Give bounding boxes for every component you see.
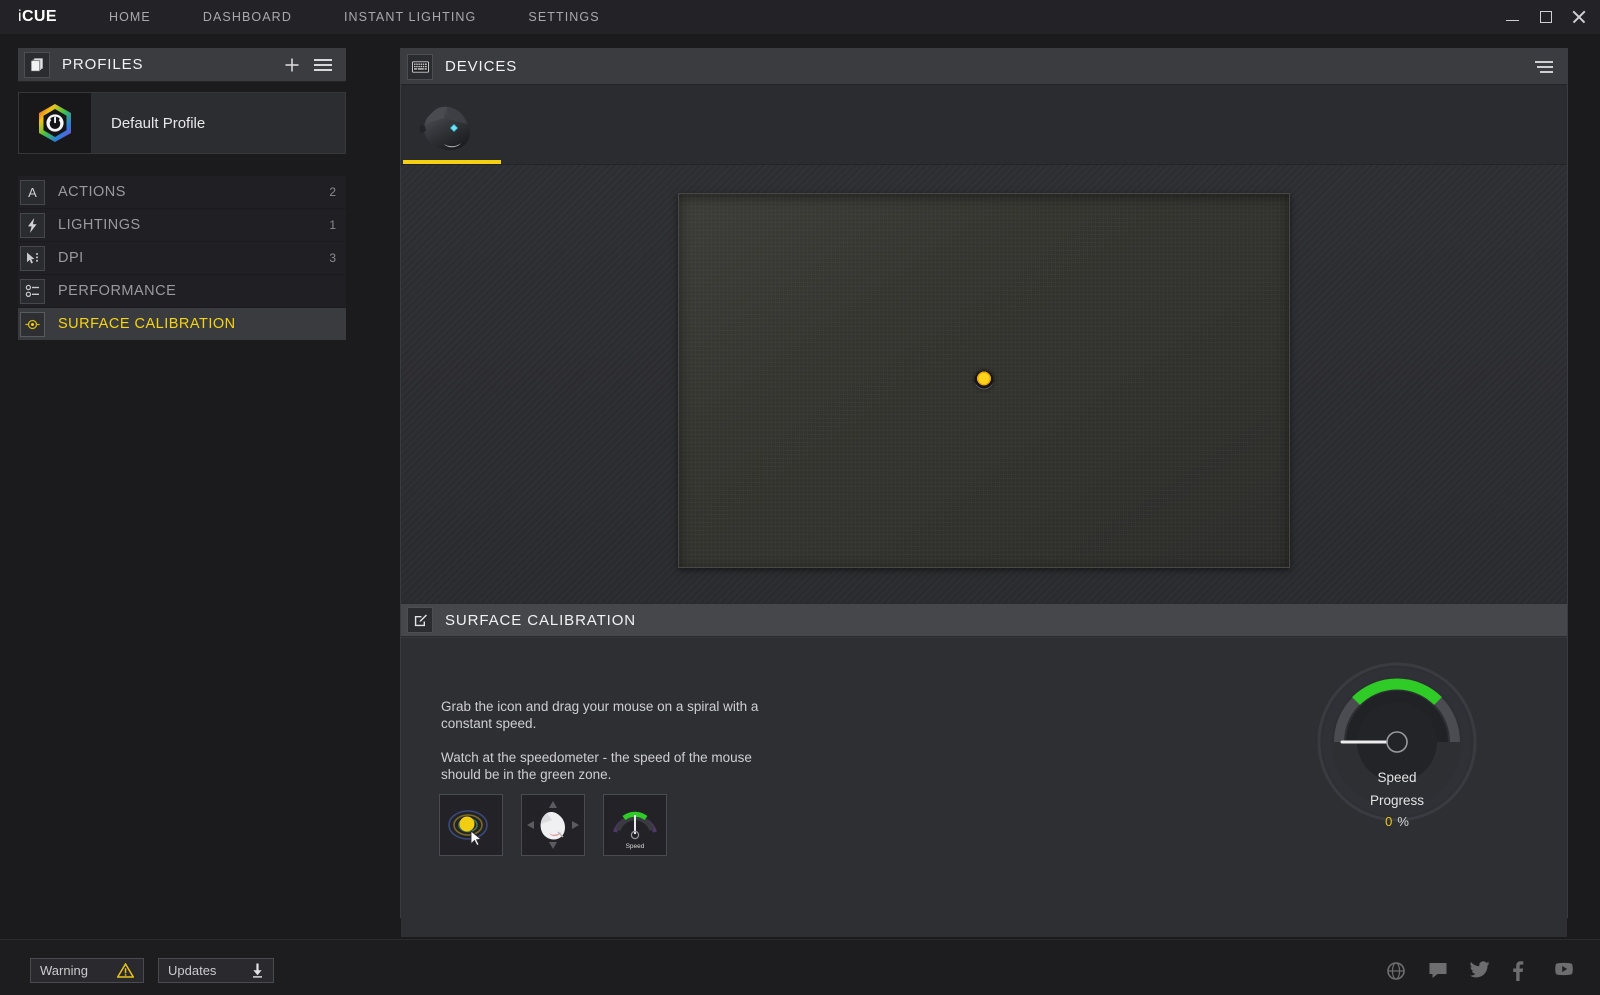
gauge-progress-value-row: 0% [1317, 814, 1477, 829]
profile-item-default[interactable]: Default Profile [18, 92, 346, 154]
nav-instant-lighting[interactable]: INSTANT LIGHTING [344, 0, 476, 34]
warning-button[interactable]: Warning [30, 958, 144, 983]
updates-button[interactable]: Updates [158, 958, 274, 983]
gauge-labels: Speed Progress 0% [1317, 770, 1477, 829]
nav-dashboard[interactable]: DASHBOARD [203, 0, 292, 34]
corsair-rainbow-hex-icon [39, 104, 71, 142]
forum-chat-icon[interactable] [1428, 961, 1448, 981]
gauge-progress-value: 0 [1385, 814, 1393, 829]
devices-panel-header: DEVICES [401, 49, 1567, 85]
draggable-yellow-dot[interactable] [974, 370, 994, 390]
updates-label: Updates [168, 963, 217, 978]
thumb-speedometer: Speed [603, 794, 667, 856]
sidebar-item-label: DPI [58, 250, 84, 266]
thumb-drag-dot [439, 794, 503, 856]
sliders-icon [20, 278, 45, 304]
sidebar-item-label: ACTIONS [58, 184, 126, 200]
lightning-bolt-icon [20, 212, 45, 238]
sidebar-item-count: 1 [329, 218, 336, 232]
gauge-progress-label: Progress [1369, 793, 1425, 808]
profiles-stack-icon [24, 51, 50, 78]
nav-home[interactable]: HOME [109, 0, 151, 34]
calibration-surface-area[interactable] [678, 192, 1290, 568]
icue-logo: iCUE [18, 8, 57, 26]
gauge-progress-unit: % [1397, 814, 1409, 829]
sidebar-item-actions[interactable]: A ACTIONS 2 [18, 176, 346, 209]
profile-categories: A ACTIONS 2 LIGHTINGS 1 DPI 3 PERFORMANC… [18, 176, 346, 341]
cursor-dpi-icon [20, 245, 45, 271]
crosshair-target-icon [20, 311, 45, 337]
device-tab-mouse[interactable] [403, 88, 501, 164]
sidebar-item-dpi[interactable]: DPI 3 [18, 242, 346, 275]
sidebar-item-count: 2 [329, 185, 336, 199]
sidebar-item-performance[interactable]: PERFORMANCE [18, 275, 346, 308]
maximize-icon[interactable] [1540, 11, 1552, 23]
calibration-instructions: Grab the icon and drag your mouse on a s… [441, 698, 771, 800]
corsair-link-icon[interactable] [1386, 961, 1406, 981]
keyboard-icon [407, 53, 433, 80]
sidebar-item-count: 3 [329, 251, 336, 265]
profiles-panel-header: PROFILES [18, 48, 346, 82]
instruction-line-1: Grab the icon and drag your mouse on a s… [441, 699, 759, 731]
nav-settings[interactable]: SETTINGS [528, 0, 599, 34]
plus-icon[interactable] [284, 57, 300, 73]
warning-triangle-icon [117, 963, 134, 978]
sidebar-item-lightings[interactable]: LIGHTINGS 1 [18, 209, 346, 242]
gauge-speed-label: Speed [1377, 770, 1417, 785]
main-content-panel: DEVICES SURFACE CALIBRATION Grab the ico… [400, 48, 1568, 937]
sidebar-item-label: SURFACE CALIBRATION [58, 316, 236, 332]
surface-calibration-title: SURFACE CALIBRATION [445, 611, 637, 629]
calibration-thumbnails: Speed [439, 794, 667, 856]
profile-list: Default Profile [18, 92, 346, 154]
download-arrow-icon [251, 963, 264, 978]
sidebar-item-surface-calibration[interactable]: SURFACE CALIBRATION [18, 308, 346, 341]
thumb-speed-caption: Speed [626, 843, 645, 850]
mouse-with-arrows-icon [527, 801, 579, 849]
speedometer-icon: Speed [613, 811, 657, 850]
gaming-mouse-icon [418, 106, 471, 151]
devices-title: DEVICES [445, 58, 518, 75]
edit-pencil-square-icon [407, 607, 433, 633]
surface-calibration-section-header: SURFACE CALIBRATION [401, 603, 1567, 637]
letter-a-icon: A [20, 179, 45, 205]
thumb-mouse-directions [521, 794, 585, 856]
surface-calibration-body: Grab the icon and drag your mouse on a s… [401, 637, 1567, 937]
device-tab-active-underline [403, 160, 501, 164]
speed-gauge: Speed Progress 0% [1317, 662, 1477, 837]
sidebar-item-label: LIGHTINGS [58, 217, 141, 233]
warning-label: Warning [40, 963, 88, 978]
yellow-dot-with-cursor-icon [448, 810, 488, 847]
calibration-stage [401, 165, 1567, 595]
profiles-title: PROFILES [62, 56, 144, 73]
device-tab-bar [401, 85, 1567, 165]
twitter-icon[interactable] [1470, 961, 1490, 981]
hamburger-menu-icon[interactable] [314, 58, 332, 72]
list-menu-icon[interactable] [1533, 60, 1553, 74]
title-bar: iCUE HOME DASHBOARD INSTANT LIGHTING SET… [0, 0, 1600, 34]
sidebar-item-label: PERFORMANCE [58, 283, 177, 299]
window-controls [1506, 0, 1586, 34]
icue-application-window: iCUE HOME DASHBOARD INSTANT LIGHTING SET… [0, 0, 1600, 995]
profile-thumbnail [19, 93, 91, 153]
main-navigation: HOME DASHBOARD INSTANT LIGHTING SETTINGS [109, 0, 600, 34]
status-bar: Warning Updates [0, 939, 1600, 995]
social-links [1386, 961, 1574, 981]
profile-name: Default Profile [111, 114, 206, 132]
instruction-line-2: Watch at the speedometer - the speed of … [441, 750, 752, 782]
profiles-sidebar: PROFILES Default Profile A ACTIONS 2 LIG… [0, 34, 390, 939]
minimize-icon[interactable] [1506, 10, 1520, 24]
facebook-icon[interactable] [1512, 961, 1532, 981]
youtube-icon[interactable] [1554, 961, 1574, 981]
logo-cue: CUE [21, 8, 57, 25]
close-icon[interactable] [1572, 10, 1586, 24]
